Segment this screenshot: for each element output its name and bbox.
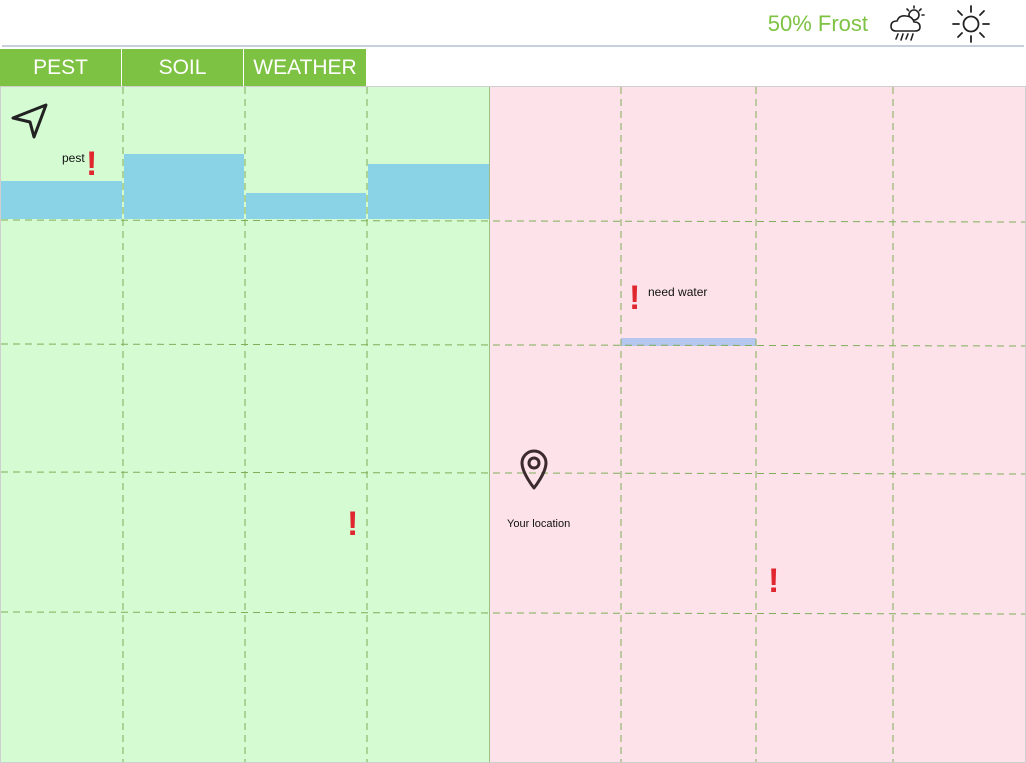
exclamation-icon[interactable]: !	[629, 281, 640, 315]
pest-label: pest	[62, 151, 85, 165]
field-grid	[1, 87, 1025, 762]
frost-forecast: 50% Frost	[767, 11, 868, 36]
tab-pest[interactable]: PEST	[0, 49, 122, 86]
navigation-arrow-icon[interactable]	[10, 101, 50, 141]
header-divider	[2, 45, 1024, 47]
field-map[interactable]: pest ! ! need water ! ! Your location	[0, 86, 1026, 763]
exclamation-icon[interactable]: !	[347, 507, 358, 541]
top-bar: 50% Frost	[0, 0, 1026, 46]
location-pin-icon[interactable]	[518, 448, 550, 490]
tab-soil[interactable]: SOIL	[122, 49, 244, 86]
cloud-rain-sun-icon[interactable]	[887, 3, 929, 45]
exclamation-icon[interactable]: !	[768, 564, 779, 598]
tab-weather[interactable]: WEATHER	[244, 49, 366, 86]
tab-bar: PEST SOIL WEATHER	[0, 49, 366, 86]
exclamation-icon[interactable]: !	[86, 147, 97, 181]
your-location-label: Your location	[507, 518, 571, 530]
sun-icon[interactable]	[950, 3, 992, 45]
need-water-label: need water	[648, 285, 708, 299]
